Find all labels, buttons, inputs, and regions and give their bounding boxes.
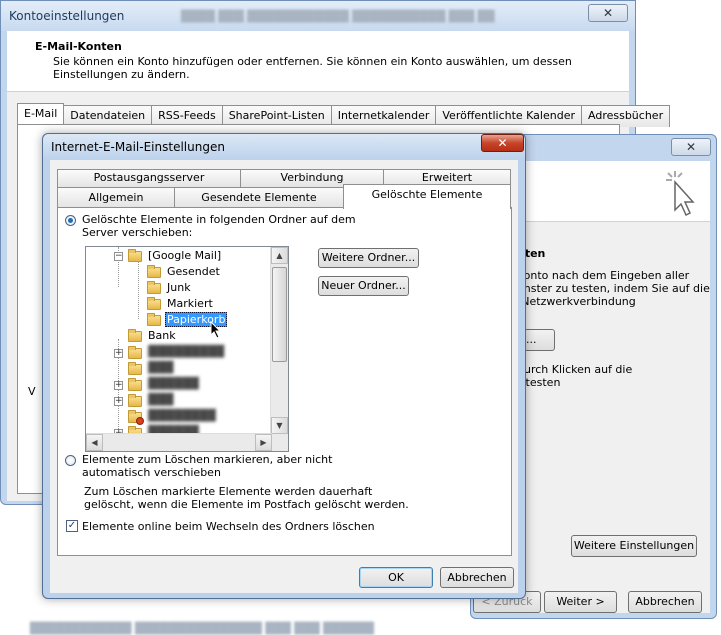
tree-item-gesendet[interactable]: Gesendet: [167, 265, 220, 278]
panel-left-fragment: V: [28, 385, 36, 398]
add-account-text-4: durch Klicken auf die: [517, 363, 633, 376]
add-account-cancel-button[interactable]: Abbrechen: [628, 591, 702, 613]
tab-general[interactable]: Allgemein: [57, 187, 175, 207]
tree-item-markiert[interactable]: Markiert: [167, 297, 213, 310]
dialog-cancel-button[interactable]: Abbrechen: [440, 567, 514, 588]
scroll-left-arrow-icon[interactable]: ◀: [86, 434, 103, 451]
folder-icon: [147, 281, 161, 294]
add-account-text-1: Konto nach dem Eingeben aller: [517, 269, 690, 282]
next-button[interactable]: Weiter >: [544, 591, 617, 613]
folder-icon: [128, 362, 142, 375]
folder-icon: [128, 394, 142, 407]
accounts-header-title: E-Mail-Konten: [35, 40, 122, 53]
folder-icon: [147, 313, 161, 326]
dialog-title: Internet-E-Mail-Einstellungen: [51, 140, 225, 154]
scroll-thumb[interactable]: [272, 267, 287, 362]
purge-online-checkbox[interactable]: ✓: [66, 520, 78, 532]
tree-item-bank[interactable]: Bank: [148, 329, 176, 342]
folder-icon: [128, 329, 142, 342]
tree-vertical-scrollbar[interactable]: ▲ ▼: [270, 247, 288, 451]
scroll-down-arrow-icon[interactable]: ▼: [271, 417, 288, 434]
radio-move-to-server-folder[interactable]: [65, 215, 76, 226]
more-settings-button[interactable]: Weitere Einstellungen: [571, 535, 697, 557]
dialog-close-button[interactable]: ✕: [481, 134, 524, 152]
collapse-google-mail-icon[interactable]: −: [114, 252, 123, 261]
expand-folder-icon[interactable]: +: [114, 381, 123, 390]
tree-line: [138, 261, 139, 319]
folder-icon: [147, 297, 161, 310]
radio-move-to-server-folder-label: Gelöschte Elemente in folgenden Ordner a…: [82, 213, 356, 239]
more-folders-button[interactable]: Weitere Ordner...: [318, 248, 419, 268]
tab-sent-items[interactable]: Gesendete Elemente: [174, 187, 344, 207]
folder-icon: [128, 249, 142, 262]
folder-tree[interactable]: − [Google Mail] Gesendet Junk Markiert P…: [85, 246, 289, 452]
tab-deleted-items[interactable]: Gelöschte Elemente: [343, 184, 511, 209]
radio-mark-for-deletion-label: Elemente zum Löschen markieren, aber nic…: [82, 453, 333, 479]
folder-icon: [128, 346, 142, 359]
cursor-click-icon: [666, 171, 695, 217]
expand-folder-icon[interactable]: +: [114, 397, 123, 406]
purge-online-checkbox-label: Elemente online beim Wechseln des Ordner…: [82, 520, 375, 533]
tree-horizontal-scrollbar[interactable]: ◀ ▶: [86, 433, 272, 451]
dialog-titlebar: Internet-E-Mail-Einstellungen ✕: [43, 134, 525, 160]
account-settings-close-button[interactable]: ✕: [588, 4, 628, 22]
new-folder-button[interactable]: Neuer Ordner...: [318, 276, 409, 296]
tab-outgoing-server[interactable]: Postausgangsserver: [57, 169, 241, 187]
account-settings-titlebar: Kontoeinstellungen ████ ███ ████████████…: [1, 1, 635, 31]
blurred-title-text: ████ ███ ████████████ ███████████ ███ ██: [181, 10, 495, 23]
folder-icon: [128, 378, 142, 391]
blurred-folder-name: ▓▓▓: [148, 361, 174, 374]
blurred-folder-name: ▓▓▓▓▓▓▓▓▓: [148, 345, 225, 358]
ok-button[interactable]: OK: [359, 567, 433, 588]
account-settings-title: Kontoeinstellungen: [9, 9, 125, 23]
folder-icon: [147, 265, 161, 278]
scroll-right-arrow-icon[interactable]: ▶: [255, 434, 272, 451]
error-badge-icon: [136, 417, 144, 425]
scroll-up-arrow-icon[interactable]: ▲: [271, 247, 288, 264]
expand-folder-icon[interactable]: +: [114, 349, 123, 358]
mouse-pointer-icon: [210, 321, 222, 339]
add-account-close-button[interactable]: ✕: [671, 138, 711, 156]
mark-for-deletion-description: Zum Löschen markierte Elemente werden da…: [84, 485, 409, 511]
blurred-folder-name: ▓▓▓: [148, 393, 174, 406]
tree-item-junk[interactable]: Junk: [167, 281, 191, 294]
blurred-folder-name: ▓▓▓▓▓▓: [148, 377, 199, 390]
blurred-bottom-text: ████████████ ███████████████ ███ ███ ███…: [30, 622, 374, 635]
add-account-text-3: (Netzwerkverbindung: [517, 295, 636, 308]
tree-item-google-mail[interactable]: [Google Mail]: [148, 249, 221, 262]
tab-email[interactable]: E-Mail: [17, 103, 65, 125]
accounts-header-description: Sie können ein Konto hinzufügen oder ent…: [53, 55, 572, 81]
radio-mark-for-deletion[interactable]: [65, 455, 76, 466]
add-account-text-2: enster zu testen, indem Sie auf die: [517, 282, 710, 295]
blurred-folder-name: ▓▓▓▓▓▓▓▓: [148, 409, 216, 422]
accounts-header: E-Mail-Konten Sie können ein Konto hinzu…: [7, 31, 629, 92]
